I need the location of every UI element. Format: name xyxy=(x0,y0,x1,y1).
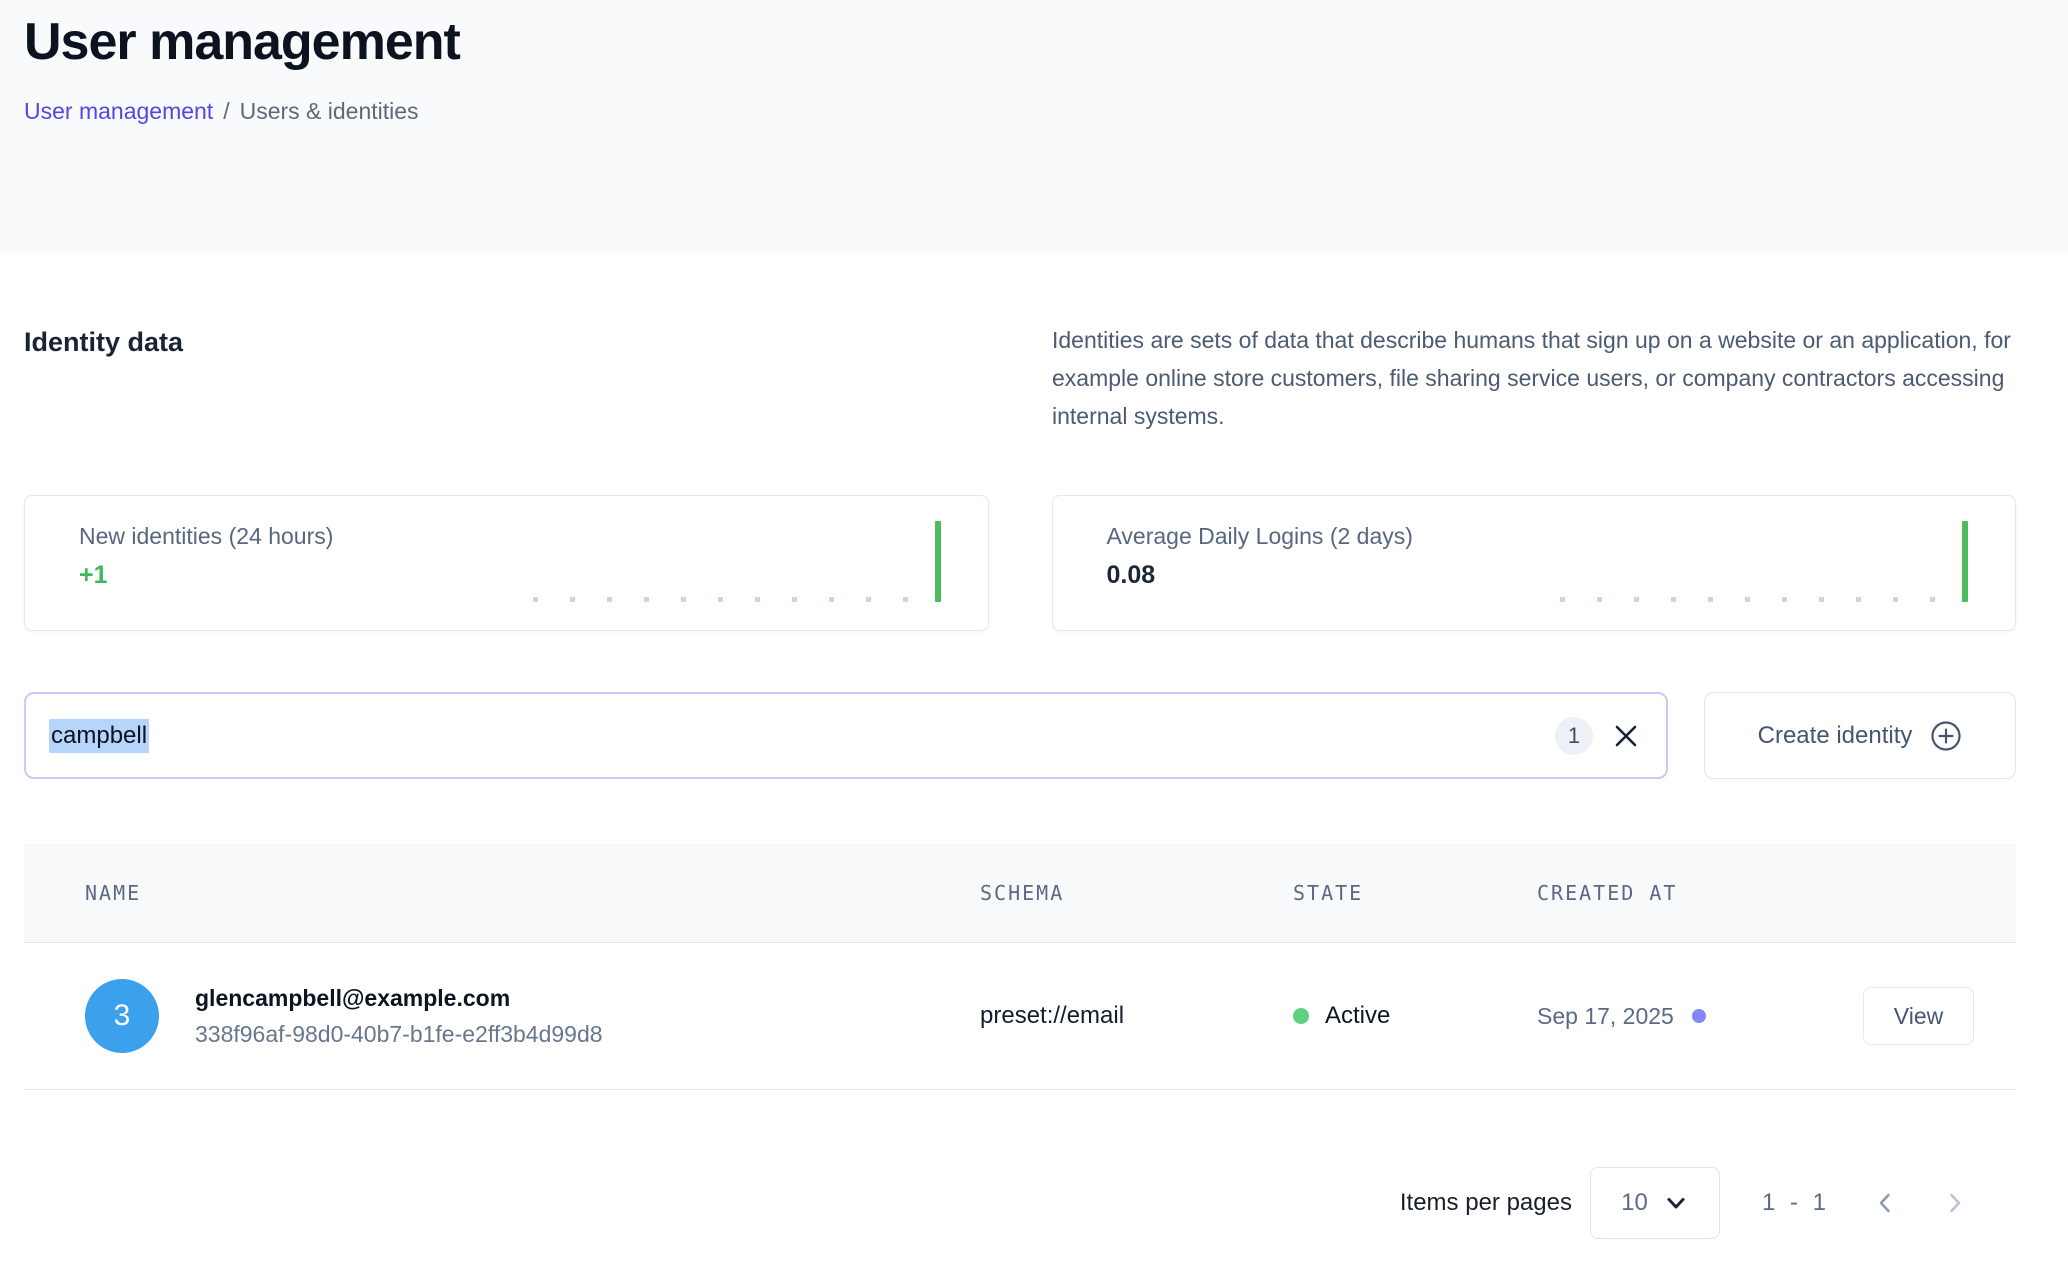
page-header: User management User management / Users … xyxy=(0,0,2068,253)
search-toolbar: campbell 1 Create identity xyxy=(24,692,2016,779)
chevron-down-icon xyxy=(1663,1190,1689,1216)
identity-uuid: 338f96af-98d0-40b7-b1fe-e2ff3b4d99d8 xyxy=(195,1021,603,1048)
clear-search-button[interactable] xyxy=(1611,721,1641,751)
stat-card-new-identities: New identities (24 hours) +1 xyxy=(24,495,989,631)
identity-data-intro: Identity data Identities are sets of dat… xyxy=(24,327,2016,435)
active-status-dot xyxy=(1293,1008,1309,1024)
identity-created-at-cell: Sep 17, 2025 xyxy=(1537,1003,1863,1030)
sparkline-bar xyxy=(935,521,941,602)
table-header-row: NAME SCHEMA STATE CREATED AT xyxy=(24,844,2016,943)
items-per-page-label: Items per pages xyxy=(1400,1189,1572,1217)
created-at-dot xyxy=(1692,1009,1706,1023)
main-content: Identity data Identities are sets of dat… xyxy=(0,327,2068,1239)
section-description: Identities are sets of data that describ… xyxy=(1052,321,2016,435)
identity-email: glencampbell@example.com xyxy=(195,985,603,1012)
sparkline-bar xyxy=(1962,521,1968,602)
search-input-value[interactable]: campbell xyxy=(49,719,149,753)
status-badge: Active xyxy=(1325,1002,1390,1030)
breadcrumb-link-user-management[interactable]: User management xyxy=(24,98,213,125)
sparkline-chart xyxy=(1560,521,1968,602)
pagination: Items per pages 10 1 - 1 xyxy=(24,1167,2016,1239)
pagination-range: 1 - 1 xyxy=(1762,1189,1830,1217)
created-at-date: Sep 17, 2025 xyxy=(1537,1003,1674,1030)
section-heading: Identity data xyxy=(24,327,988,358)
identity-schema: preset://email xyxy=(980,1002,1293,1030)
sparkline-ticks xyxy=(1560,597,1935,602)
breadcrumb-separator: / xyxy=(223,98,229,125)
column-header-schema: SCHEMA xyxy=(980,881,1293,905)
breadcrumb-current: Users & identities xyxy=(240,98,419,125)
create-identity-label: Create identity xyxy=(1758,722,1913,750)
sparkline-ticks xyxy=(533,597,908,602)
stat-cards: New identities (24 hours) +1 Average Dai… xyxy=(24,495,2016,631)
identities-table: NAME SCHEMA STATE CREATED AT 3 glencampb… xyxy=(24,844,2016,1090)
breadcrumb: User management / Users & identities xyxy=(24,98,2044,125)
view-button[interactable]: View xyxy=(1863,987,1974,1045)
user-management-page: User management User management / Users … xyxy=(0,0,2068,1276)
identity-name-cell: 3 glencampbell@example.com 338f96af-98d0… xyxy=(85,979,980,1053)
search-input[interactable]: campbell 1 xyxy=(24,692,1668,779)
create-identity-button[interactable]: Create identity xyxy=(1704,692,2016,779)
page-title: User management xyxy=(24,12,2044,72)
items-per-page-select[interactable]: 10 xyxy=(1590,1167,1720,1239)
column-header-name: NAME xyxy=(85,881,980,905)
close-icon xyxy=(1613,723,1639,749)
search-result-count-badge: 1 xyxy=(1555,717,1593,755)
sparkline-chart xyxy=(533,521,941,602)
stat-card-average-daily-logins: Average Daily Logins (2 days) 0.08 xyxy=(1052,495,2017,631)
next-page-button[interactable] xyxy=(1940,1188,1970,1218)
column-header-created-at: CREATED AT xyxy=(1537,881,1863,905)
identity-state-cell: Active xyxy=(1293,1002,1537,1030)
column-header-state: STATE xyxy=(1293,881,1537,905)
plus-circle-icon xyxy=(1930,720,1962,752)
items-per-page-value: 10 xyxy=(1621,1189,1648,1217)
previous-page-button[interactable] xyxy=(1870,1188,1900,1218)
chevron-left-icon xyxy=(1872,1190,1898,1216)
avatar: 3 xyxy=(85,979,159,1053)
table-row[interactable]: 3 glencampbell@example.com 338f96af-98d0… xyxy=(24,943,2016,1090)
chevron-right-icon xyxy=(1942,1190,1968,1216)
